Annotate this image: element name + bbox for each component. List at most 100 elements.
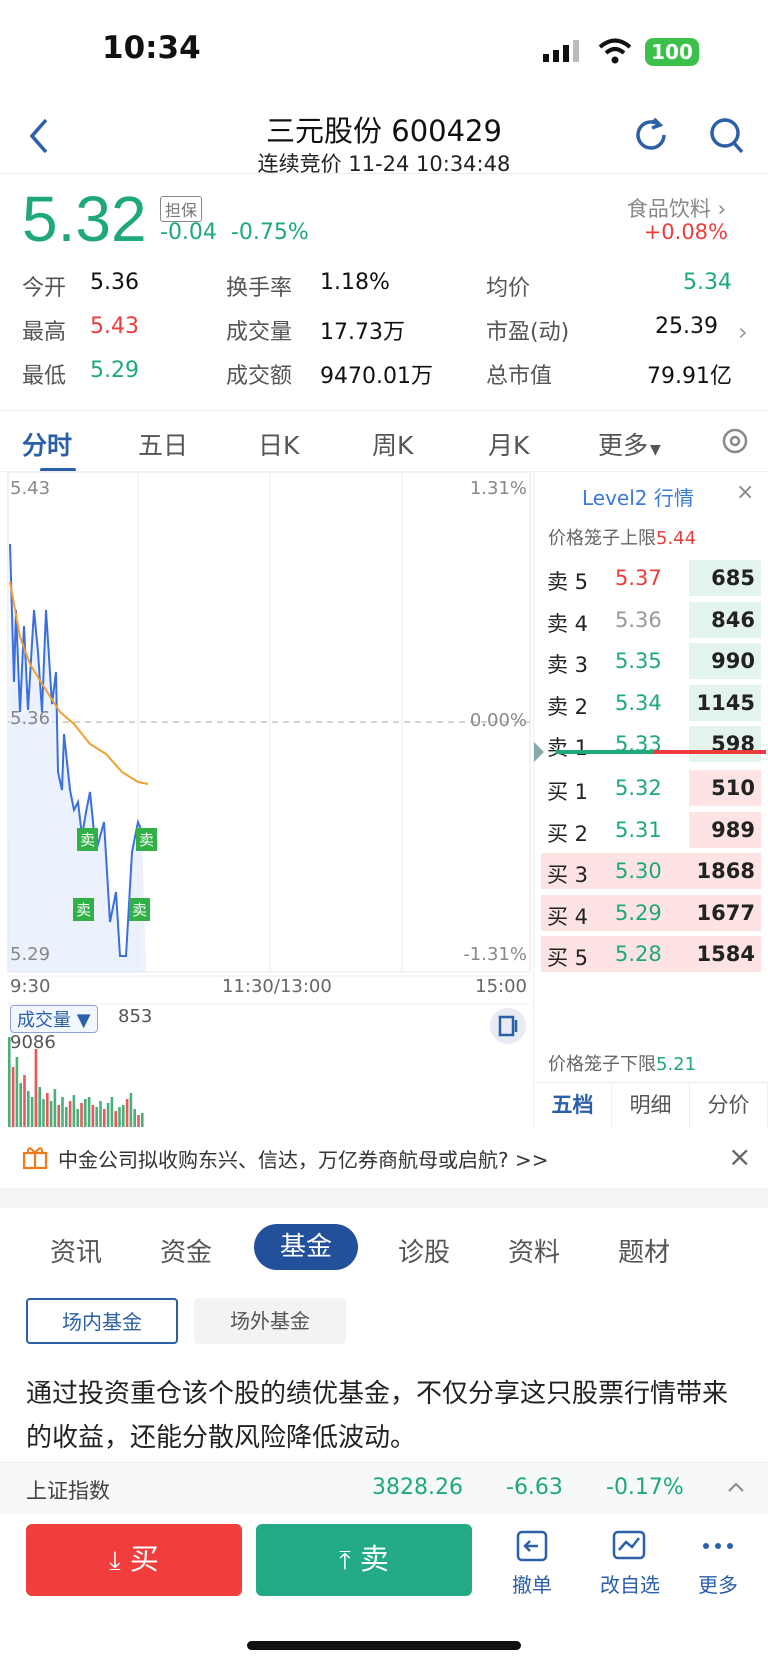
pct-min-label: -1.31% (463, 944, 527, 965)
ratio-bar-buy (654, 750, 766, 754)
stat-value: 5.36 (90, 270, 139, 295)
level-label: 买 5 (547, 946, 589, 970)
ratio-bar-sell (556, 750, 654, 754)
level-label: 买 2 (547, 821, 589, 846)
sector-name[interactable]: 食品饮料 › (627, 193, 726, 223)
chevron-up-icon[interactable] (726, 1477, 746, 1497)
volume-selector[interactable]: 成交量 ▼ (10, 1005, 98, 1033)
more-label: 更多 (698, 1573, 738, 1597)
buy-label: 买 (129, 1542, 159, 1576)
index-bar[interactable]: 上证指数 3828.26 -6.63 -0.17% (0, 1462, 768, 1514)
level-label: 卖 4 (547, 611, 589, 636)
cancel-order-button[interactable]: 撤单 (500, 1528, 564, 1598)
battery-indicator: 100 (645, 38, 699, 66)
ask-row[interactable]: 卖 1 5.33 598 (541, 726, 761, 762)
refresh-icon[interactable] (632, 116, 670, 154)
sell-marker[interactable]: 卖 (136, 828, 158, 851)
more-button[interactable]: 更多 (690, 1528, 746, 1598)
order-book: Level2 行情 × 价格笼子上限5.44 卖 5 5.37 685 卖 4 5.36… (533, 472, 768, 1128)
tab-label: 分时 (22, 431, 73, 460)
level-price: 5.28 (615, 942, 662, 966)
level-label: 买 4 (547, 904, 589, 929)
sell-button[interactable]: ⤒ 卖 (256, 1524, 472, 1596)
margin-tag: 担保 (160, 196, 203, 222)
gift-icon (22, 1144, 48, 1170)
tab-chart-3[interactable]: 周K (372, 426, 413, 462)
orderbook-tab[interactable]: 分价 (690, 1083, 768, 1128)
time-start: 9:30 (10, 976, 51, 997)
ask-row[interactable]: 卖 5 5.37 685 (541, 560, 761, 596)
bid-row[interactable]: 买 2 5.31 989 (541, 811, 761, 848)
chevron-right-icon[interactable]: › (738, 318, 748, 346)
orderbook-tabs: 五档 明细 分价 (534, 1082, 768, 1128)
tab-label: 更多 (598, 431, 649, 460)
orderbook-tab[interactable]: 五档 (534, 1083, 612, 1128)
bid-row[interactable]: 买 4 5.29 1677 (541, 894, 761, 931)
tab-label: 周K (372, 431, 414, 460)
search-icon[interactable] (708, 116, 746, 156)
index-value: 3828.26 (372, 1475, 463, 1500)
tab-label: 日K (258, 431, 300, 460)
sell-marker[interactable]: 卖 (73, 898, 95, 921)
tab-info-5[interactable]: 题材 (618, 1232, 670, 1269)
bid-row[interactable]: 买 3 5.30 1868 (541, 853, 761, 889)
chart-tabs: 分时 五日 日K 周K 月K 更多 ▼ (0, 412, 768, 472)
tab-info-2[interactable]: 基金 (254, 1224, 358, 1270)
orderbook-tab[interactable]: 明细 (612, 1083, 690, 1128)
tab-chart-0[interactable]: 分时 (22, 426, 72, 462)
stat-value: 25.39 (655, 314, 718, 339)
caret-down-icon: ▼ (76, 1010, 91, 1031)
stat-label: 市盈(动) (486, 320, 570, 345)
rotate-icon[interactable] (490, 1008, 526, 1044)
ask-row[interactable]: 卖 3 5.35 990 (541, 643, 761, 679)
stat-value: 1.18% (320, 270, 390, 295)
tab-offexchange-fund[interactable]: 场外基金 (194, 1298, 346, 1344)
tab-onexchange-fund[interactable]: 场内基金 (26, 1298, 178, 1344)
close-icon[interactable]: × (728, 1140, 751, 1173)
ask-row[interactable]: 卖 2 5.34 1145 (541, 684, 761, 721)
tab-info-1[interactable]: 资金 (160, 1232, 212, 1269)
tab-info-3[interactable]: 诊股 (398, 1232, 450, 1269)
level-price: 5.31 (615, 817, 662, 842)
tab-info-0[interactable]: 资讯 (50, 1232, 102, 1269)
news-banner[interactable]: 中金公司拟收购东兴、信达，万亿券商航母或启航? >> × (0, 1128, 768, 1188)
sell-marker[interactable]: 卖 (77, 828, 99, 851)
tab-chart-4[interactable]: 月K (488, 426, 529, 462)
watchlist-chart-icon (612, 1530, 646, 1560)
level-price: 5.35 (615, 649, 662, 673)
upper-limit: 价格笼子上限5.44 (548, 524, 696, 550)
fund-tabs: 场内基金 场外基金 (0, 1298, 768, 1346)
edit-watchlist-label: 改自选 (600, 1573, 660, 1597)
intraday-chart[interactable]: 5.43 5.36 5.29 1.31% 0.00% -1.31% 9:30 1… (0, 471, 533, 1127)
level-label: 买 1 (547, 780, 589, 804)
lower-limit-value: 5.21 (656, 1054, 697, 1075)
sell-marker[interactable]: 卖 (129, 898, 151, 921)
stat-label: 最高 (22, 320, 67, 345)
volume-value: 853 (118, 1006, 153, 1027)
index-name: 上证指数 (26, 1479, 110, 1503)
level2-title[interactable]: Level2 行情 (582, 482, 694, 511)
close-icon[interactable]: × (736, 480, 754, 505)
collapse-arrow-icon[interactable] (534, 742, 544, 762)
tab-info-4[interactable]: 资料 (508, 1232, 560, 1269)
stat-label: 总市值 (486, 364, 553, 389)
level-volume: 990 (711, 649, 755, 673)
tab-chart-1[interactable]: 五日 (138, 426, 188, 462)
status-bar: 10:34 100 (0, 0, 768, 100)
ask-row[interactable]: 卖 4 5.36 846 (541, 601, 761, 638)
current-price: 5.32 (22, 183, 147, 255)
edit-watchlist-button[interactable]: 改自选 (588, 1528, 672, 1598)
stat-value: 9470.01万 (320, 364, 433, 389)
price-change: -0.04 -0.75% (160, 220, 309, 245)
settings-icon[interactable] (720, 426, 750, 456)
sector-change: +0.08% (643, 220, 728, 244)
stat-value: 5.29 (90, 358, 139, 383)
sell-icon: ⤒ (339, 1546, 351, 1576)
buy-button[interactable]: ⤓ 买 (26, 1524, 242, 1596)
bid-row[interactable]: 买 1 5.32 510 (541, 770, 761, 806)
tab-chart-5[interactable]: 更多 ▼ (598, 426, 661, 462)
cancel-order-label: 撤单 (512, 1573, 552, 1597)
stat-label: 换手率 (226, 276, 293, 301)
tab-chart-2[interactable]: 日K (258, 426, 299, 462)
bid-row[interactable]: 买 5 5.28 1584 (541, 936, 761, 972)
